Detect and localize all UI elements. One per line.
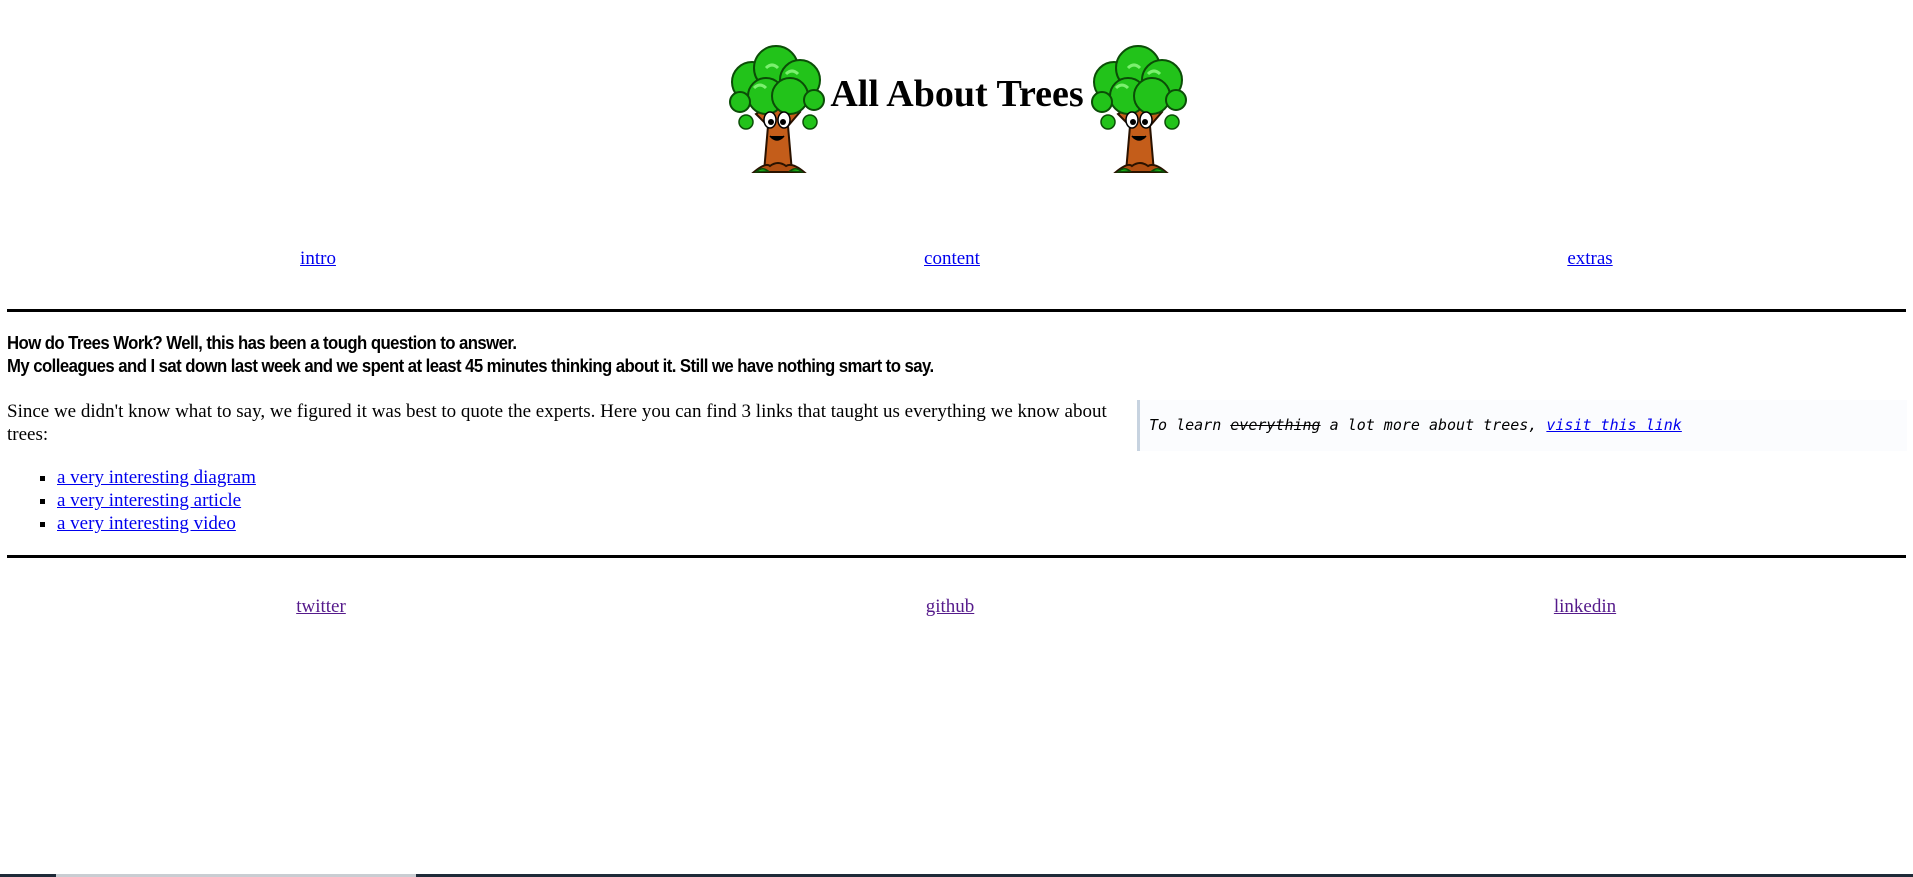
nav-link-content[interactable]: content: [924, 248, 980, 270]
tree-mascot-icon: [1090, 44, 1188, 174]
question-line-1: How do Trees Work? Well, this has been a…: [7, 333, 517, 353]
nav-link-extras[interactable]: extras: [1567, 248, 1612, 270]
nav-link-intro[interactable]: intro: [300, 248, 336, 270]
footer-link-github[interactable]: github: [926, 596, 975, 618]
social-footer: twitter github linkedin: [0, 596, 1913, 622]
main-nav: intro content extras: [0, 248, 1913, 274]
main-question: How do Trees Work? Well, this has been a…: [7, 332, 1030, 378]
site-header: All About Trees: [0, 0, 1913, 190]
tree-mascot-icon: [728, 44, 826, 174]
visit-link[interactable]: visit this link: [1546, 416, 1681, 434]
link-article[interactable]: a very interesting article: [57, 490, 241, 511]
list-item: a very interesting video: [57, 512, 256, 535]
callout-middle: a lot more about trees,: [1329, 416, 1538, 434]
callout-struck-text: everything: [1230, 416, 1321, 434]
question-line-2: My colleagues and I sat down last week a…: [7, 356, 934, 376]
link-diagram[interactable]: a very interesting diagram: [57, 467, 256, 488]
divider-top: [7, 309, 1906, 312]
link-video[interactable]: a very interesting video: [57, 513, 236, 534]
callout-prefix: To learn: [1149, 416, 1222, 434]
list-item: a very interesting article: [57, 489, 256, 512]
divider-bottom: [7, 555, 1906, 558]
list-item: a very interesting diagram: [57, 466, 256, 489]
page-title: All About Trees: [830, 73, 1084, 115]
footer-link-linkedin[interactable]: linkedin: [1554, 596, 1616, 618]
footer-link-twitter[interactable]: twitter: [296, 596, 346, 618]
resource-links-list: a very interesting diagram a very intere…: [7, 466, 256, 535]
intro-paragraph: Since we didn't know what to say, we fig…: [7, 401, 1107, 445]
learn-more-callout: To learn everything a lot more about tre…: [1137, 400, 1907, 451]
